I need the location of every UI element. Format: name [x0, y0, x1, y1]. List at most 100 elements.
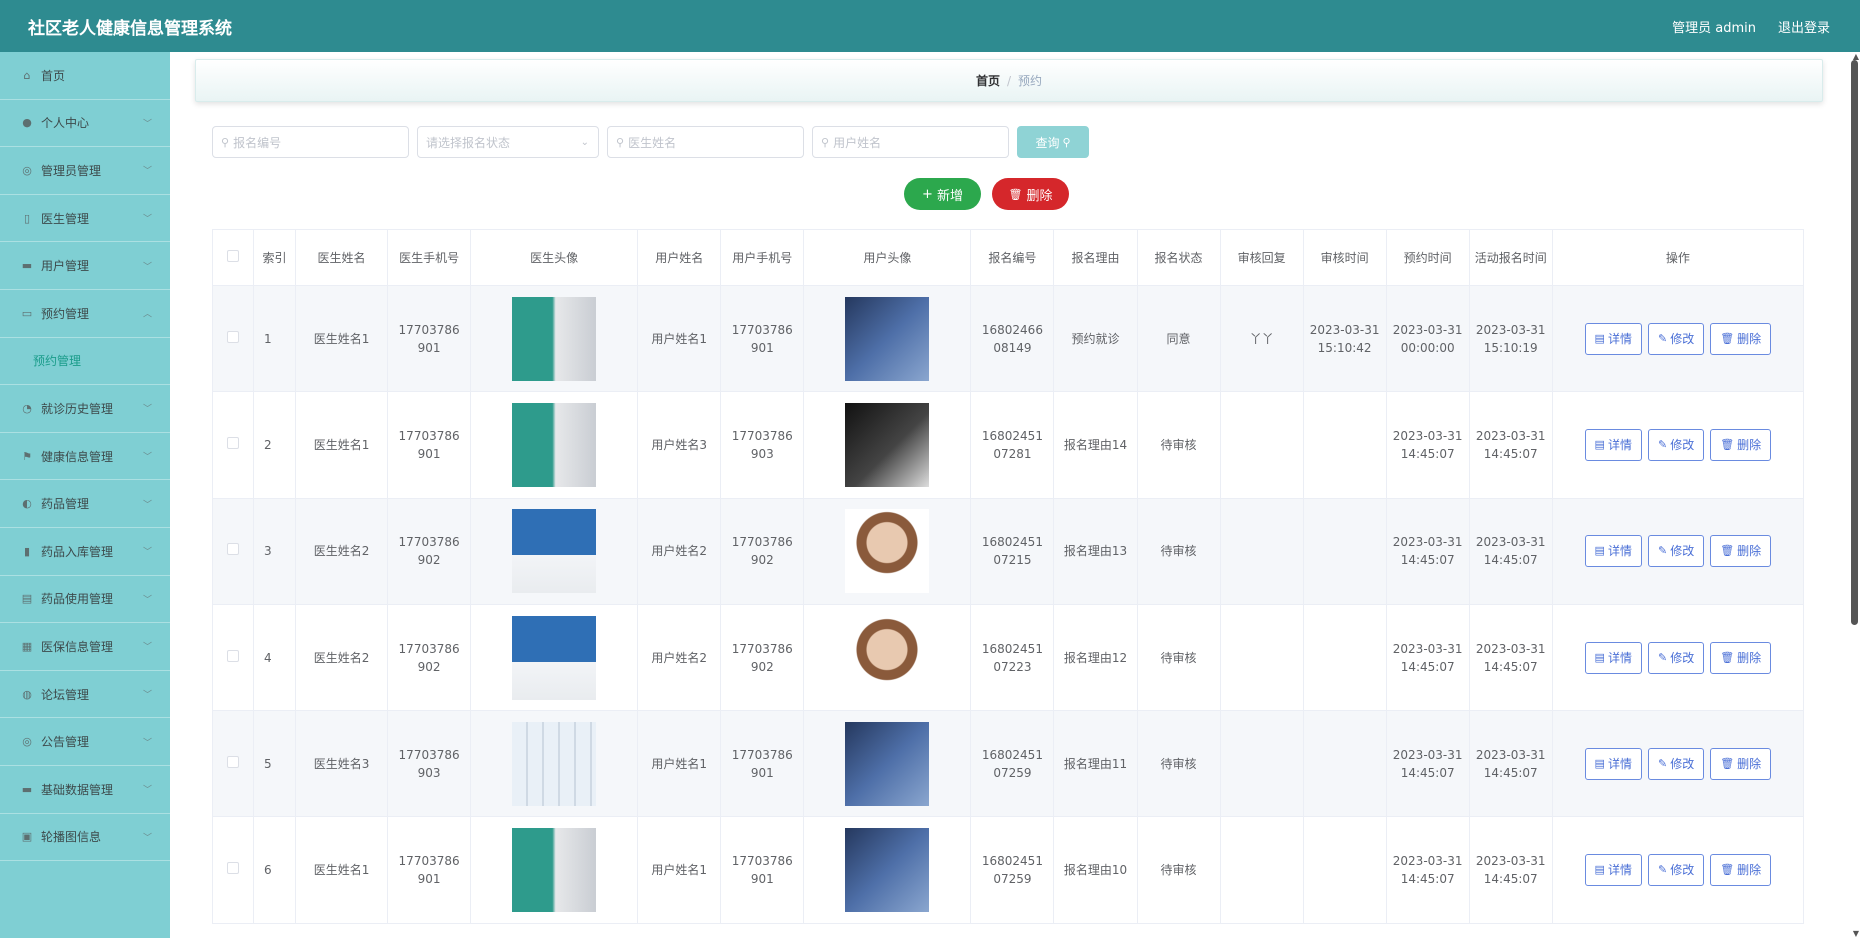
detail-button[interactable]: ▤ 详情	[1584, 641, 1642, 674]
op-label: 修改	[1670, 650, 1695, 665]
index-cell: 4	[253, 603, 297, 712]
doctor-cell: 医生姓名1	[295, 816, 389, 924]
sidebar-item-2[interactable]: ◎ 管理员管理 ﹀	[0, 147, 170, 195]
app-title: 社区老人健康信息管理系统	[28, 18, 232, 39]
doctor-value: 医生姓名1	[313, 331, 370, 346]
reply-cell	[1219, 391, 1304, 499]
sidebar-item-7[interactable]: ⚑ 健康信息管理 ﹀	[0, 433, 170, 481]
op-label: 详情	[1607, 650, 1632, 665]
page-scrollbar[interactable]: ▲ ▼	[1850, 52, 1859, 938]
row-checkbox[interactable]	[227, 862, 239, 875]
doctor-phone-value: 17703786901	[398, 322, 460, 355]
sidebar-item-14[interactable]: ▬ 基础数据管理 ﹀	[0, 766, 170, 814]
sidebar-item-11[interactable]: ▦ 医保信息管理 ﹀	[0, 623, 170, 671]
row-checkbox[interactable]	[227, 330, 239, 343]
delete-button[interactable]: 🗑 删除	[1710, 322, 1772, 355]
doctor-avatar[interactable]	[512, 721, 597, 806]
scroll-thumb[interactable]	[1851, 60, 1858, 625]
search-icon: ⚲	[616, 135, 625, 149]
doctor-avatar[interactable]	[512, 296, 597, 381]
chevron-down-icon: ⌄	[580, 136, 589, 148]
trash-icon: 🗑	[1720, 331, 1735, 345]
detail-button[interactable]: ▤ 详情	[1584, 322, 1642, 355]
sidebar-item-8[interactable]: ◐ 药品管理 ﹀	[0, 480, 170, 528]
sidebar-item-13[interactable]: ◎ 公告管理 ﹀	[0, 718, 170, 766]
user-avatar[interactable]	[845, 615, 930, 700]
column-header: 医生姓名	[295, 229, 389, 286]
select-all-cell	[212, 229, 255, 286]
user-avatar[interactable]	[845, 509, 930, 594]
breadcrumb-home[interactable]: 首页	[976, 72, 1000, 89]
user-search-input[interactable]: ⚲ 用户姓名	[812, 126, 1009, 158]
column-header: 报名理由	[1053, 229, 1138, 286]
select-cell	[212, 816, 255, 924]
doctor-avatar[interactable]	[512, 615, 597, 700]
admin-user-link[interactable]: 管理员 admin	[1672, 17, 1756, 36]
sidebar-item-1[interactable]: ● 个人中心 ﹀	[0, 100, 170, 148]
doctor-avatar[interactable]	[512, 828, 597, 913]
delete-button[interactable]: 🗑 删除	[1710, 428, 1772, 461]
doc-icon: ▤	[1594, 650, 1605, 664]
user-cell: 用户姓名2	[637, 497, 722, 605]
review-time-cell	[1302, 710, 1387, 818]
row-checkbox[interactable]	[227, 755, 239, 768]
sidebar-item-label: 预约管理	[41, 306, 90, 321]
row-checkbox[interactable]	[227, 543, 239, 556]
detail-button[interactable]: ▤ 详情	[1584, 747, 1642, 780]
sidebar-item-12[interactable]: ◍ 论坛管理 ﹀	[0, 671, 170, 719]
column-header: 用户头像	[803, 229, 972, 286]
user-avatar[interactable]	[845, 828, 930, 913]
row-checkbox[interactable]	[227, 436, 239, 449]
doctor-avatar[interactable]	[512, 509, 597, 594]
sidebar-item-label: 药品管理	[41, 497, 90, 512]
plus-icon: +	[922, 186, 933, 202]
sidebar-item-0[interactable]: ⌂ 首页	[0, 52, 170, 100]
chevron-up-icon: ︿	[142, 309, 152, 320]
column-header: 预约时间	[1385, 229, 1470, 286]
delete-button[interactable]: 🗑 删除	[1710, 641, 1772, 674]
select-cell	[212, 284, 255, 393]
status-value: 待审核	[1160, 437, 1197, 452]
column-header: 用户姓名	[637, 229, 722, 286]
user-avatar[interactable]	[845, 296, 930, 381]
detail-button[interactable]: ▤ 详情	[1584, 854, 1642, 887]
user-avatar[interactable]	[845, 402, 930, 487]
doctor-avatar[interactable]	[512, 402, 597, 487]
logout-link[interactable]: 退出登录	[1778, 17, 1830, 36]
edit-button[interactable]: ✎ 修改	[1647, 322, 1705, 355]
index-cell: 5	[253, 710, 297, 818]
status-select[interactable]: 请选择报名状态 ⌄	[417, 126, 599, 158]
detail-button[interactable]: ▤ 详情	[1584, 428, 1642, 461]
sidebar-item-10[interactable]: ▤ 药品使用管理 ﹀	[0, 576, 170, 624]
reg-no-search-input[interactable]: ⚲ 报名编号	[212, 126, 409, 158]
row-checkbox[interactable]	[227, 649, 239, 662]
sidebar-item-4[interactable]: ▬ 用户管理 ﹀	[0, 242, 170, 290]
doctor-search-input[interactable]: ⚲ 医生姓名	[607, 126, 804, 158]
chevron-down-icon: ﹀	[142, 738, 152, 749]
add-button[interactable]: + 新增	[904, 178, 981, 210]
scroll-down-arrow[interactable]: ▼	[1853, 929, 1859, 938]
delete-button[interactable]: 🗑 删除	[1710, 747, 1772, 780]
query-button[interactable]: 查询 ⚲	[1017, 126, 1089, 158]
user-avatar[interactable]	[845, 721, 930, 806]
reason-value: 报名理由12	[1063, 650, 1128, 665]
delete-button[interactable]: 🗑 删除	[1710, 854, 1772, 887]
sidebar-item-9[interactable]: ▮ 药品入库管理 ﹀	[0, 528, 170, 576]
sidebar-subitem-appointment[interactable]: 预约管理	[0, 338, 170, 386]
edit-button[interactable]: ✎ 修改	[1647, 535, 1705, 568]
reason-value: 报名理由11	[1063, 756, 1128, 771]
edit-button[interactable]: ✎ 修改	[1647, 854, 1705, 887]
sidebar-item-3[interactable]: ▯ 医生管理 ﹀	[0, 195, 170, 243]
sidebar-item-6[interactable]: ◔ 就诊历史管理 ﹀	[0, 385, 170, 433]
sidebar-item-label: 管理员管理	[41, 163, 102, 178]
sidebar-item-15[interactable]: ▣ 轮播图信息 ﹀	[0, 814, 170, 862]
batch-delete-button[interactable]: 🗑 删除	[992, 178, 1069, 210]
edit-button[interactable]: ✎ 修改	[1647, 428, 1705, 461]
edit-button[interactable]: ✎ 修改	[1647, 641, 1705, 674]
breadcrumb-separator: /	[1006, 73, 1012, 88]
delete-button[interactable]: 🗑 删除	[1710, 535, 1772, 568]
sidebar-item-5[interactable]: ▭ 预约管理 ︿	[0, 290, 170, 338]
select-all-checkbox[interactable]	[227, 249, 239, 262]
edit-button[interactable]: ✎ 修改	[1647, 747, 1705, 780]
detail-button[interactable]: ▤ 详情	[1584, 535, 1642, 568]
